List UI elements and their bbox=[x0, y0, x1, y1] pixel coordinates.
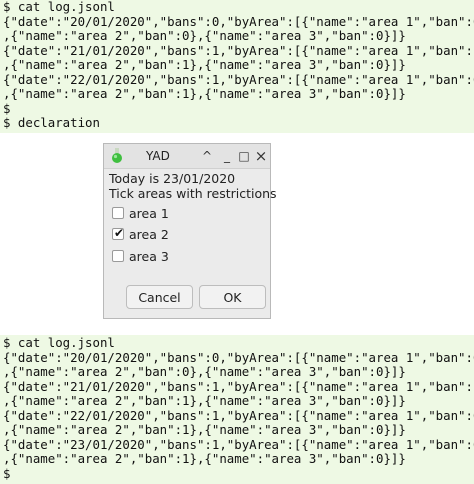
area-2-label[interactable]: area 2 bbox=[129, 227, 169, 242]
terminal-line: {"date":"21/01/2020","bans":1,"byArea":[… bbox=[3, 42, 474, 58]
area-3-checkbox-row[interactable]: area 3 bbox=[112, 247, 169, 265]
terminal-top[interactable]: $ cat log.jsonl {"date":"20/01/2020","ba… bbox=[0, 0, 474, 133]
terminal-line: ,{"name":"area 2","ban":1},{"name":"area… bbox=[3, 86, 406, 101]
terminal-bottom[interactable]: $ cat log.jsonl {"date":"20/01/2020","ba… bbox=[0, 335, 474, 484]
terminal-line: ,{"name":"area 2","ban":1},{"name":"area… bbox=[3, 451, 406, 466]
close-icon[interactable]: × bbox=[254, 148, 268, 164]
terminal-line: ,{"name":"area 2","ban":1},{"name":"area… bbox=[3, 57, 406, 72]
terminal-line: {"date":"20/01/2020","bans":0,"byArea":[… bbox=[3, 13, 474, 29]
area-3-checkbox[interactable] bbox=[112, 250, 124, 262]
minimize-icon[interactable]: _ bbox=[220, 148, 234, 164]
terminal-line: $ bbox=[3, 465, 11, 481]
checkmark-icon: ✔ bbox=[114, 226, 125, 240]
yad-dialog: YAD ^ _ □ × Today is 23/01/2020 Tick are… bbox=[103, 143, 277, 319]
terminal-line: $ cat log.jsonl bbox=[3, 0, 115, 14]
terminal-line: {"date":"22/01/2020","bans":1,"byArea":[… bbox=[3, 71, 474, 87]
area-2-checkbox-row[interactable]: ✔ area 2 bbox=[112, 225, 169, 243]
terminal-line: {"date":"22/01/2020","bans":1,"byArea":[… bbox=[3, 407, 474, 423]
window-menu-icon[interactable]: ^ bbox=[200, 148, 214, 164]
terminal-line: {"date":"23/01/2020","bans":1,"byArea":[… bbox=[3, 436, 474, 452]
terminal-line: {"date":"21/01/2020","bans":1,"byArea":[… bbox=[3, 378, 474, 394]
date-text: Today is 23/01/2020 bbox=[109, 171, 236, 186]
terminal-line: ,{"name":"area 2","ban":1},{"name":"area… bbox=[3, 393, 406, 408]
terminal-line: $ bbox=[3, 100, 11, 116]
dialog-titlebar[interactable]: YAD ^ _ □ × bbox=[104, 144, 270, 169]
terminal-line: ,{"name":"area 2","ban":1},{"name":"area… bbox=[3, 422, 406, 437]
prompt-text: Tick areas with restrictions bbox=[109, 186, 277, 201]
terminal-line: $ declaration bbox=[3, 115, 100, 130]
terminal-line: ,{"name":"area 2","ban":0},{"name":"area… bbox=[3, 28, 406, 43]
area-2-checkbox[interactable]: ✔ bbox=[112, 226, 125, 240]
terminal-line: $ cat log.jsonl bbox=[3, 335, 115, 350]
area-1-checkbox[interactable] bbox=[112, 207, 124, 219]
area-1-label[interactable]: area 1 bbox=[129, 206, 169, 221]
ok-button[interactable]: OK bbox=[199, 285, 266, 309]
terminal-line: {"date":"20/01/2020","bans":0,"byArea":[… bbox=[3, 349, 474, 365]
area-3-label[interactable]: area 3 bbox=[129, 249, 169, 264]
terminal-line: ,{"name":"area 2","ban":0},{"name":"area… bbox=[3, 364, 406, 379]
maximize-icon[interactable]: □ bbox=[237, 148, 251, 164]
cancel-button[interactable]: Cancel bbox=[126, 285, 193, 309]
area-1-checkbox-row[interactable]: area 1 bbox=[112, 204, 169, 222]
